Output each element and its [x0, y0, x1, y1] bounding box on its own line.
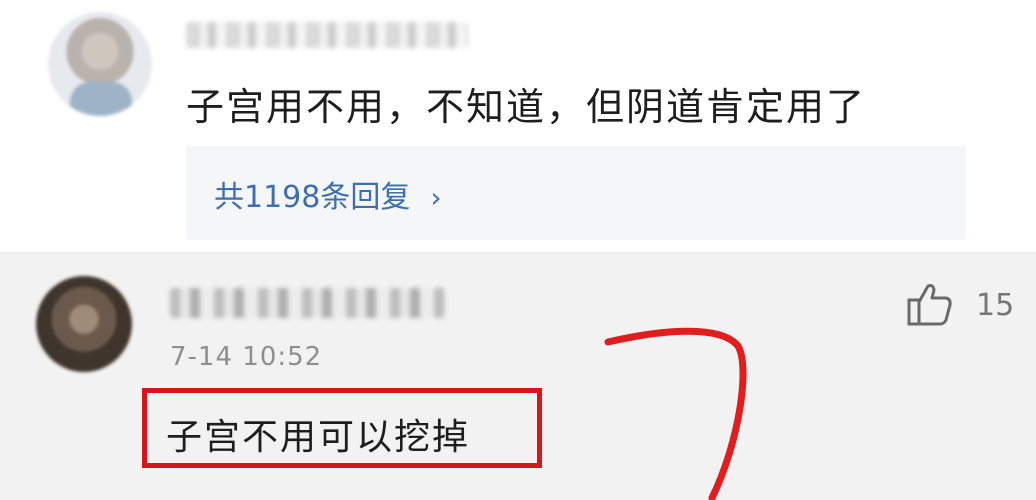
comment-text: 子宫用不用，不知道，但阴道肯定用了	[186, 85, 867, 129]
like-count: 15	[976, 288, 1015, 323]
comment-text: 子宫不用可以挖掉	[166, 417, 471, 458]
chevron-right-icon: ›	[430, 181, 442, 214]
thumbs-up-icon[interactable]	[906, 280, 954, 328]
avatar[interactable]	[36, 276, 132, 372]
username-blurred[interactable]	[186, 22, 468, 48]
timestamp: 7-14 10:52	[170, 342, 323, 372]
annotation-stroke	[604, 327, 747, 500]
view-replies-link[interactable]: 共1198条回复 ›	[214, 172, 442, 216]
replies-count-label: 共1198条回复	[214, 180, 411, 215]
username-blurred[interactable]	[170, 288, 446, 318]
avatar[interactable]	[48, 12, 152, 116]
comment-1: 子宫用不用，不知道，但阴道肯定用了 共1198条回复 ›	[0, 0, 1036, 252]
